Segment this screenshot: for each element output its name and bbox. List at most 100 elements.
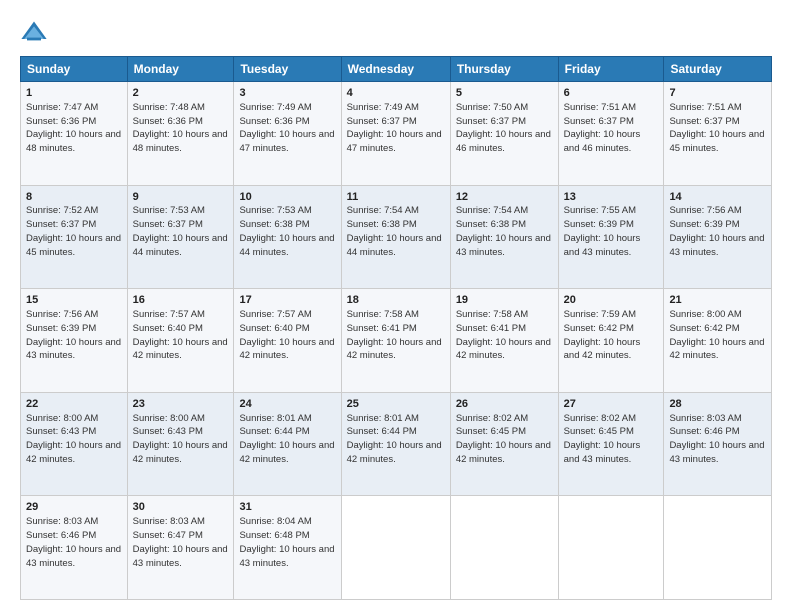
day-number: 19 xyxy=(456,293,553,308)
day-info: Sunrise: 7:59 AMSunset: 6:42 PMDaylight:… xyxy=(564,309,641,361)
calendar-cell: 3Sunrise: 7:49 AMSunset: 6:36 PMDaylight… xyxy=(234,82,341,186)
calendar-week-row: 29Sunrise: 8:03 AMSunset: 6:46 PMDayligh… xyxy=(21,496,772,600)
day-of-week-header: Saturday xyxy=(664,57,772,82)
day-number: 29 xyxy=(26,500,122,515)
calendar-header-row: SundayMondayTuesdayWednesdayThursdayFrid… xyxy=(21,57,772,82)
logo xyxy=(20,18,52,46)
day-info: Sunrise: 7:49 AMSunset: 6:37 PMDaylight:… xyxy=(347,102,442,154)
calendar-cell: 27Sunrise: 8:02 AMSunset: 6:45 PMDayligh… xyxy=(558,392,664,496)
calendar-week-row: 22Sunrise: 8:00 AMSunset: 6:43 PMDayligh… xyxy=(21,392,772,496)
day-of-week-header: Monday xyxy=(127,57,234,82)
day-number: 22 xyxy=(26,397,122,412)
calendar-cell xyxy=(558,496,664,600)
day-number: 1 xyxy=(26,86,122,101)
day-number: 14 xyxy=(669,190,766,205)
day-info: Sunrise: 7:57 AMSunset: 6:40 PMDaylight:… xyxy=(239,309,334,361)
day-number: 27 xyxy=(564,397,659,412)
calendar-cell: 13Sunrise: 7:55 AMSunset: 6:39 PMDayligh… xyxy=(558,185,664,289)
day-info: Sunrise: 7:51 AMSunset: 6:37 PMDaylight:… xyxy=(669,102,764,154)
day-info: Sunrise: 7:52 AMSunset: 6:37 PMDaylight:… xyxy=(26,205,121,257)
calendar-cell: 20Sunrise: 7:59 AMSunset: 6:42 PMDayligh… xyxy=(558,289,664,393)
day-number: 10 xyxy=(239,190,335,205)
calendar-cell: 11Sunrise: 7:54 AMSunset: 6:38 PMDayligh… xyxy=(341,185,450,289)
day-info: Sunrise: 7:56 AMSunset: 6:39 PMDaylight:… xyxy=(26,309,121,361)
calendar-cell: 6Sunrise: 7:51 AMSunset: 6:37 PMDaylight… xyxy=(558,82,664,186)
day-number: 24 xyxy=(239,397,335,412)
calendar-table: SundayMondayTuesdayWednesdayThursdayFrid… xyxy=(20,56,772,600)
day-info: Sunrise: 7:58 AMSunset: 6:41 PMDaylight:… xyxy=(456,309,551,361)
day-number: 16 xyxy=(133,293,229,308)
day-number: 21 xyxy=(669,293,766,308)
day-of-week-header: Friday xyxy=(558,57,664,82)
calendar-cell xyxy=(664,496,772,600)
calendar-cell: 4Sunrise: 7:49 AMSunset: 6:37 PMDaylight… xyxy=(341,82,450,186)
day-info: Sunrise: 8:00 AMSunset: 6:43 PMDaylight:… xyxy=(133,413,228,465)
day-number: 25 xyxy=(347,397,445,412)
day-number: 13 xyxy=(564,190,659,205)
day-info: Sunrise: 7:48 AMSunset: 6:36 PMDaylight:… xyxy=(133,102,228,154)
day-info: Sunrise: 7:57 AMSunset: 6:40 PMDaylight:… xyxy=(133,309,228,361)
day-number: 4 xyxy=(347,86,445,101)
day-info: Sunrise: 7:54 AMSunset: 6:38 PMDaylight:… xyxy=(347,205,442,257)
calendar-cell: 21Sunrise: 8:00 AMSunset: 6:42 PMDayligh… xyxy=(664,289,772,393)
day-number: 3 xyxy=(239,86,335,101)
calendar-cell: 15Sunrise: 7:56 AMSunset: 6:39 PMDayligh… xyxy=(21,289,128,393)
day-number: 2 xyxy=(133,86,229,101)
day-info: Sunrise: 7:58 AMSunset: 6:41 PMDaylight:… xyxy=(347,309,442,361)
calendar-cell: 25Sunrise: 8:01 AMSunset: 6:44 PMDayligh… xyxy=(341,392,450,496)
logo-icon xyxy=(20,18,48,46)
day-of-week-header: Wednesday xyxy=(341,57,450,82)
day-info: Sunrise: 7:54 AMSunset: 6:38 PMDaylight:… xyxy=(456,205,551,257)
day-number: 23 xyxy=(133,397,229,412)
day-number: 20 xyxy=(564,293,659,308)
calendar-cell: 22Sunrise: 8:00 AMSunset: 6:43 PMDayligh… xyxy=(21,392,128,496)
day-number: 8 xyxy=(26,190,122,205)
day-of-week-header: Sunday xyxy=(21,57,128,82)
calendar-cell xyxy=(450,496,558,600)
day-info: Sunrise: 7:47 AMSunset: 6:36 PMDaylight:… xyxy=(26,102,121,154)
day-info: Sunrise: 7:50 AMSunset: 6:37 PMDaylight:… xyxy=(456,102,551,154)
calendar-week-row: 15Sunrise: 7:56 AMSunset: 6:39 PMDayligh… xyxy=(21,289,772,393)
day-number: 11 xyxy=(347,190,445,205)
day-number: 7 xyxy=(669,86,766,101)
calendar-cell: 18Sunrise: 7:58 AMSunset: 6:41 PMDayligh… xyxy=(341,289,450,393)
day-info: Sunrise: 8:03 AMSunset: 6:46 PMDaylight:… xyxy=(26,516,121,568)
day-info: Sunrise: 7:51 AMSunset: 6:37 PMDaylight:… xyxy=(564,102,641,154)
calendar-cell: 24Sunrise: 8:01 AMSunset: 6:44 PMDayligh… xyxy=(234,392,341,496)
day-number: 30 xyxy=(133,500,229,515)
day-number: 26 xyxy=(456,397,553,412)
day-of-week-header: Tuesday xyxy=(234,57,341,82)
day-number: 15 xyxy=(26,293,122,308)
calendar-week-row: 8Sunrise: 7:52 AMSunset: 6:37 PMDaylight… xyxy=(21,185,772,289)
day-number: 12 xyxy=(456,190,553,205)
calendar-cell: 17Sunrise: 7:57 AMSunset: 6:40 PMDayligh… xyxy=(234,289,341,393)
page: SundayMondayTuesdayWednesdayThursdayFrid… xyxy=(0,0,792,612)
calendar-cell: 1Sunrise: 7:47 AMSunset: 6:36 PMDaylight… xyxy=(21,82,128,186)
day-info: Sunrise: 8:02 AMSunset: 6:45 PMDaylight:… xyxy=(564,413,641,465)
day-of-week-header: Thursday xyxy=(450,57,558,82)
day-info: Sunrise: 8:00 AMSunset: 6:43 PMDaylight:… xyxy=(26,413,121,465)
day-info: Sunrise: 7:53 AMSunset: 6:37 PMDaylight:… xyxy=(133,205,228,257)
calendar-week-row: 1Sunrise: 7:47 AMSunset: 6:36 PMDaylight… xyxy=(21,82,772,186)
calendar-cell: 28Sunrise: 8:03 AMSunset: 6:46 PMDayligh… xyxy=(664,392,772,496)
day-info: Sunrise: 8:01 AMSunset: 6:44 PMDaylight:… xyxy=(239,413,334,465)
calendar-cell: 23Sunrise: 8:00 AMSunset: 6:43 PMDayligh… xyxy=(127,392,234,496)
day-number: 5 xyxy=(456,86,553,101)
day-info: Sunrise: 8:00 AMSunset: 6:42 PMDaylight:… xyxy=(669,309,764,361)
calendar-cell: 12Sunrise: 7:54 AMSunset: 6:38 PMDayligh… xyxy=(450,185,558,289)
calendar-cell: 5Sunrise: 7:50 AMSunset: 6:37 PMDaylight… xyxy=(450,82,558,186)
day-info: Sunrise: 7:53 AMSunset: 6:38 PMDaylight:… xyxy=(239,205,334,257)
calendar-cell: 19Sunrise: 7:58 AMSunset: 6:41 PMDayligh… xyxy=(450,289,558,393)
calendar-cell: 9Sunrise: 7:53 AMSunset: 6:37 PMDaylight… xyxy=(127,185,234,289)
day-info: Sunrise: 8:04 AMSunset: 6:48 PMDaylight:… xyxy=(239,516,334,568)
header xyxy=(20,18,772,46)
calendar-cell: 14Sunrise: 7:56 AMSunset: 6:39 PMDayligh… xyxy=(664,185,772,289)
day-info: Sunrise: 8:03 AMSunset: 6:46 PMDaylight:… xyxy=(669,413,764,465)
day-info: Sunrise: 8:01 AMSunset: 6:44 PMDaylight:… xyxy=(347,413,442,465)
calendar-cell: 8Sunrise: 7:52 AMSunset: 6:37 PMDaylight… xyxy=(21,185,128,289)
day-info: Sunrise: 8:02 AMSunset: 6:45 PMDaylight:… xyxy=(456,413,551,465)
day-info: Sunrise: 7:49 AMSunset: 6:36 PMDaylight:… xyxy=(239,102,334,154)
calendar-cell xyxy=(341,496,450,600)
day-number: 18 xyxy=(347,293,445,308)
calendar-cell: 26Sunrise: 8:02 AMSunset: 6:45 PMDayligh… xyxy=(450,392,558,496)
